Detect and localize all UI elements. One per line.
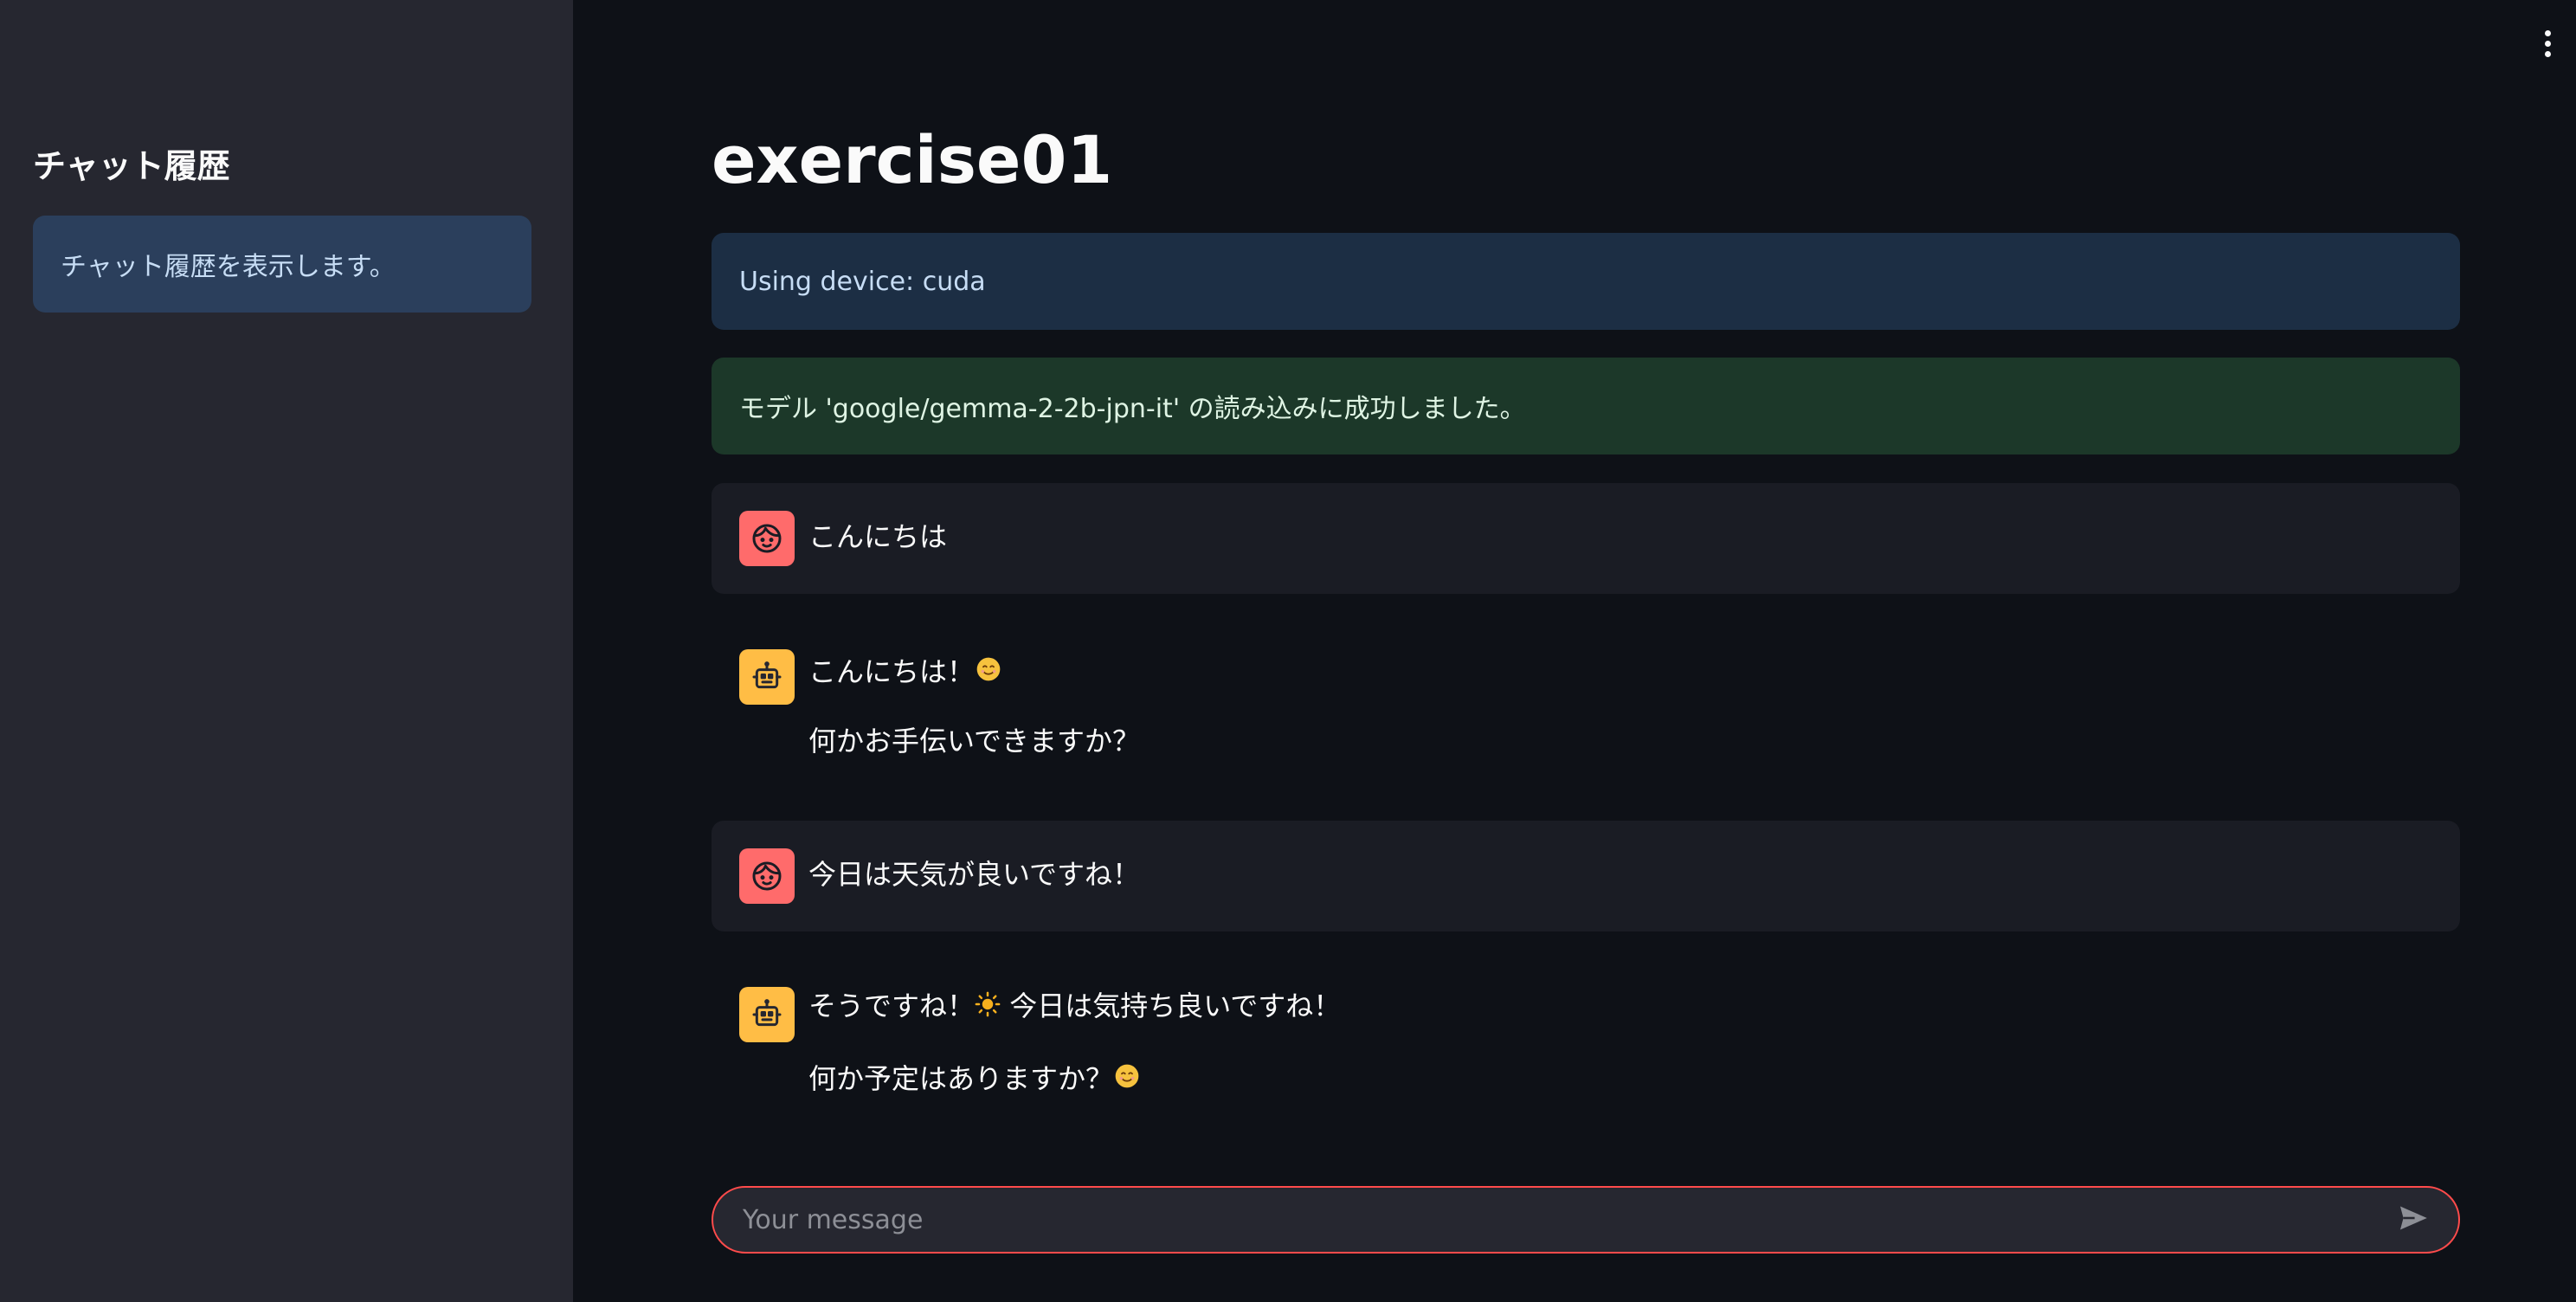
send-arrow-icon: [2397, 1202, 2430, 1238]
app-root: チャット履歴 チャット履歴を表示します。 exercise01 Using de…: [0, 0, 2576, 1302]
message-text: こんにちは: [808, 520, 948, 553]
message-text-part: 何か予定はありますか？: [808, 1062, 1114, 1095]
message-text-part: そうですね！: [808, 989, 976, 1022]
menu-dot: [2544, 50, 2551, 57]
chat-message-user: こんにちは: [712, 483, 2460, 594]
main-menu-button[interactable]: [2534, 26, 2560, 61]
robot-icon: [739, 649, 795, 705]
page-title: exercise01: [712, 121, 1113, 198]
main-content: exercise01 Using device: cuda モデル 'googl…: [573, 0, 2576, 1302]
message-text: こんにちは！: [808, 653, 1002, 693]
smiling-face-emoji: [1113, 1061, 1141, 1099]
send-button[interactable]: [2394, 1201, 2432, 1239]
chat-message-user: 今日は天気が良いですね！: [712, 821, 2460, 931]
chat-message-assistant: こんにちは！ 何かお手伝いできますか？: [712, 622, 2460, 777]
message-text: 何か予定はありますか？: [808, 1060, 1141, 1099]
chat-input-container: [712, 1186, 2460, 1254]
message-text: 何かお手伝いできますか？: [808, 725, 1141, 757]
model-loaded-alert: モデル 'google/gemma-2-2b-jpn-it' の読み込みに成功し…: [712, 358, 2460, 454]
menu-dot: [2544, 40, 2551, 47]
message-text: そうですね！ 今日は気持ち良いですね！: [808, 987, 1341, 1027]
message-text-part: こんにちは！: [808, 655, 976, 688]
sun-emoji: [975, 989, 1001, 1027]
chat-message-input[interactable]: [741, 1203, 2394, 1236]
sidebar: チャット履歴 チャット履歴を表示します。: [0, 0, 573, 1302]
message-text-part: 今日は気持ち良いですね！: [1009, 989, 1342, 1022]
user-avatar-icon: [739, 848, 795, 904]
sidebar-title: チャット履歴: [33, 147, 230, 185]
user-avatar-icon: [739, 511, 795, 566]
message-text: 今日は天気が良いですね！: [808, 858, 1141, 891]
sidebar-info-box: チャット履歴を表示します。: [33, 216, 531, 313]
smiling-face-emoji: [975, 654, 1002, 693]
robot-icon: [739, 987, 795, 1042]
menu-dot: [2544, 29, 2551, 36]
chat-message-assistant: そうですね！ 今日は気持ち良いですね！ 何か予定はありますか？: [712, 959, 2460, 1115]
device-info-alert: Using device: cuda: [712, 233, 2460, 330]
